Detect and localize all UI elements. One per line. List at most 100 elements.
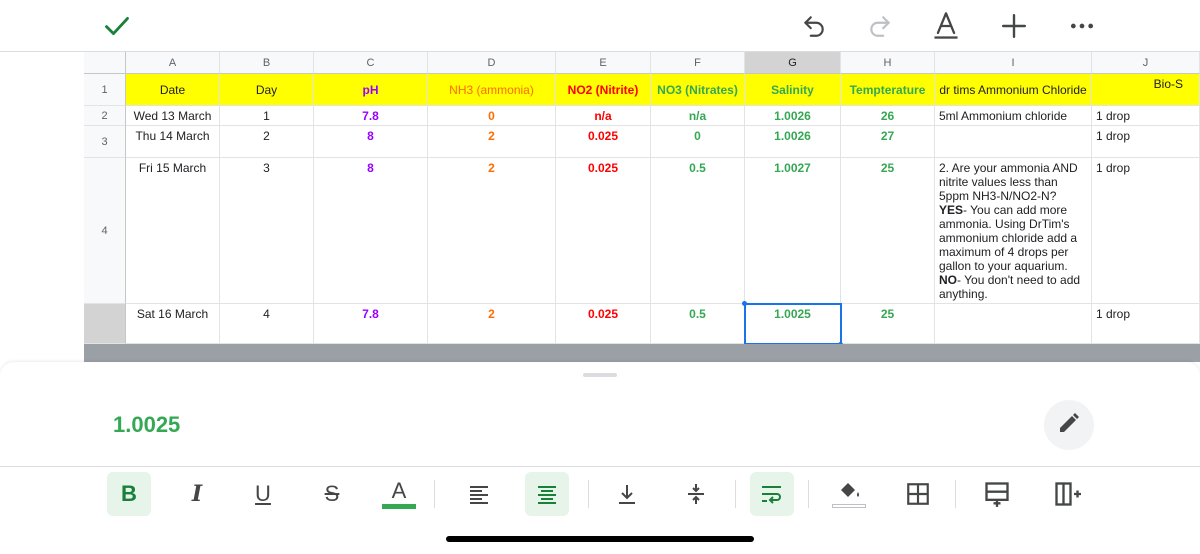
italic-button[interactable]: I bbox=[175, 472, 219, 516]
cell-a3[interactable]: Thu 14 March bbox=[126, 126, 220, 158]
cell-i1[interactable]: dr tims Ammonium Chloride bbox=[935, 74, 1092, 106]
bold-button[interactable]: B bbox=[107, 472, 151, 516]
cell-f4[interactable]: 0.5 bbox=[651, 158, 745, 304]
column-header-a[interactable]: A bbox=[126, 52, 220, 74]
cell-e1[interactable]: NO2 (Nitrite) bbox=[556, 74, 651, 106]
text-color-button[interactable]: A bbox=[377, 472, 421, 516]
cell-d5[interactable]: 2 bbox=[428, 304, 556, 344]
underline-icon: U bbox=[255, 481, 271, 506]
left-gutter bbox=[0, 52, 84, 362]
cell-i4[interactable]: 2. Are your ammonia AND nitrite values l… bbox=[935, 158, 1092, 304]
text-color-icon: A bbox=[391, 477, 407, 503]
cell-a1[interactable]: Date bbox=[126, 74, 220, 106]
cell-a2[interactable]: Wed 13 March bbox=[126, 106, 220, 126]
cell-a4[interactable]: Fri 15 March bbox=[126, 158, 220, 304]
cell-e4[interactable]: 0.025 bbox=[556, 158, 651, 304]
column-header-e[interactable]: E bbox=[556, 52, 651, 74]
check-icon[interactable] bbox=[99, 8, 135, 44]
row-header-4[interactable]: 4 bbox=[84, 158, 126, 304]
row-header-1[interactable]: 1 bbox=[84, 74, 126, 106]
top-toolbar bbox=[0, 0, 1200, 52]
cell-f2[interactable]: n/a bbox=[651, 106, 745, 126]
column-header-b[interactable]: B bbox=[220, 52, 314, 74]
cell-b3[interactable]: 2 bbox=[220, 126, 314, 158]
column-header-g[interactable]: G bbox=[745, 52, 841, 74]
cell-i4-text-1: 2. Are your ammonia AND nitrite values l… bbox=[939, 161, 1078, 203]
more-options-icon[interactable] bbox=[1064, 8, 1100, 44]
align-left-button[interactable] bbox=[457, 472, 501, 516]
insert-column-button[interactable] bbox=[1045, 472, 1089, 516]
fill-color-button[interactable] bbox=[827, 472, 871, 516]
cell-d1[interactable]: NH3 (ammonia) bbox=[428, 74, 556, 106]
selection-handle-top[interactable] bbox=[742, 301, 747, 306]
column-header-j[interactable]: J bbox=[1092, 52, 1200, 74]
cell-h4[interactable]: 25 bbox=[841, 158, 935, 304]
cell-c1[interactable]: pH bbox=[314, 74, 428, 106]
cell-j5[interactable]: 1 drop bbox=[1092, 304, 1200, 344]
row-header-3[interactable]: 3 bbox=[84, 126, 126, 158]
undo-icon[interactable] bbox=[796, 8, 832, 44]
cell-j3[interactable]: 1 drop bbox=[1092, 126, 1200, 158]
cell-a5[interactable]: Sat 16 March bbox=[126, 304, 220, 344]
cell-c4[interactable]: 8 bbox=[314, 158, 428, 304]
cell-g2[interactable]: 1.0026 bbox=[745, 106, 841, 126]
cell-i2[interactable]: 5ml Ammonium chloride bbox=[935, 106, 1092, 126]
redo-icon[interactable] bbox=[862, 8, 898, 44]
cell-i3[interactable] bbox=[935, 126, 1092, 158]
cell-b1[interactable]: Day bbox=[220, 74, 314, 106]
cell-j1[interactable]: Bio-S bbox=[1092, 74, 1200, 106]
cell-e3[interactable]: 0.025 bbox=[556, 126, 651, 158]
bold-icon: B bbox=[121, 481, 137, 506]
cell-c5[interactable]: 7.8 bbox=[314, 304, 428, 344]
cell-g3[interactable]: 1.0026 bbox=[745, 126, 841, 158]
toolbar-separator bbox=[808, 480, 809, 508]
align-middle-button[interactable] bbox=[674, 472, 718, 516]
cell-f3[interactable]: 0 bbox=[651, 126, 745, 158]
cell-g5[interactable]: 1.0025 bbox=[745, 304, 841, 344]
column-header-d[interactable]: D bbox=[428, 52, 556, 74]
align-center-button[interactable] bbox=[525, 472, 569, 516]
sheet-drag-handle[interactable] bbox=[583, 373, 617, 377]
wrap-text-button[interactable] bbox=[750, 472, 794, 516]
cell-i5[interactable] bbox=[935, 304, 1092, 344]
format-toolbar: B I U S A bbox=[0, 472, 1200, 520]
cell-e2[interactable]: n/a bbox=[556, 106, 651, 126]
align-middle-icon bbox=[688, 484, 704, 504]
cell-d3[interactable]: 2 bbox=[428, 126, 556, 158]
text-format-icon[interactable] bbox=[928, 8, 964, 44]
cell-b5[interactable]: 4 bbox=[220, 304, 314, 344]
insert-plus-icon[interactable] bbox=[996, 8, 1032, 44]
column-header-h[interactable]: H bbox=[841, 52, 935, 74]
cell-d2[interactable]: 0 bbox=[428, 106, 556, 126]
cell-f5[interactable]: 0.5 bbox=[651, 304, 745, 344]
cell-h1[interactable]: Tempterature bbox=[841, 74, 935, 106]
cell-f1[interactable]: NO3 (Nitrates) bbox=[651, 74, 745, 106]
cell-e5[interactable]: 0.025 bbox=[556, 304, 651, 344]
cell-g1[interactable]: Salinity bbox=[745, 74, 841, 106]
row-header-5[interactable] bbox=[84, 304, 126, 344]
cell-g4[interactable]: 1.0027 bbox=[745, 158, 841, 304]
cell-j4[interactable]: 1 drop bbox=[1092, 158, 1200, 304]
cell-b4[interactable]: 3 bbox=[220, 158, 314, 304]
cell-h2[interactable]: 26 bbox=[841, 106, 935, 126]
cell-h5[interactable]: 25 bbox=[841, 304, 935, 344]
column-header-f[interactable]: F bbox=[651, 52, 745, 74]
select-all-corner[interactable] bbox=[84, 52, 126, 74]
borders-button[interactable] bbox=[896, 472, 940, 516]
column-header-c[interactable]: C bbox=[314, 52, 428, 74]
cell-c2[interactable]: 7.8 bbox=[314, 106, 428, 126]
cell-b2[interactable]: 1 bbox=[220, 106, 314, 126]
insert-row-button[interactable] bbox=[975, 472, 1019, 516]
underline-button[interactable]: U bbox=[241, 472, 285, 516]
strikethrough-button[interactable]: S bbox=[310, 472, 354, 516]
align-bottom-button[interactable] bbox=[605, 472, 649, 516]
toolbar-separator bbox=[434, 480, 435, 508]
text-color-swatch bbox=[382, 503, 416, 509]
cell-c3[interactable]: 8 bbox=[314, 126, 428, 158]
row-header-2[interactable]: 2 bbox=[84, 106, 126, 126]
cell-j2[interactable]: 1 drop bbox=[1092, 106, 1200, 126]
cell-h3[interactable]: 27 bbox=[841, 126, 935, 158]
edit-cell-button[interactable] bbox=[1044, 400, 1094, 450]
cell-d4[interactable]: 2 bbox=[428, 158, 556, 304]
column-header-i[interactable]: I bbox=[935, 52, 1092, 74]
